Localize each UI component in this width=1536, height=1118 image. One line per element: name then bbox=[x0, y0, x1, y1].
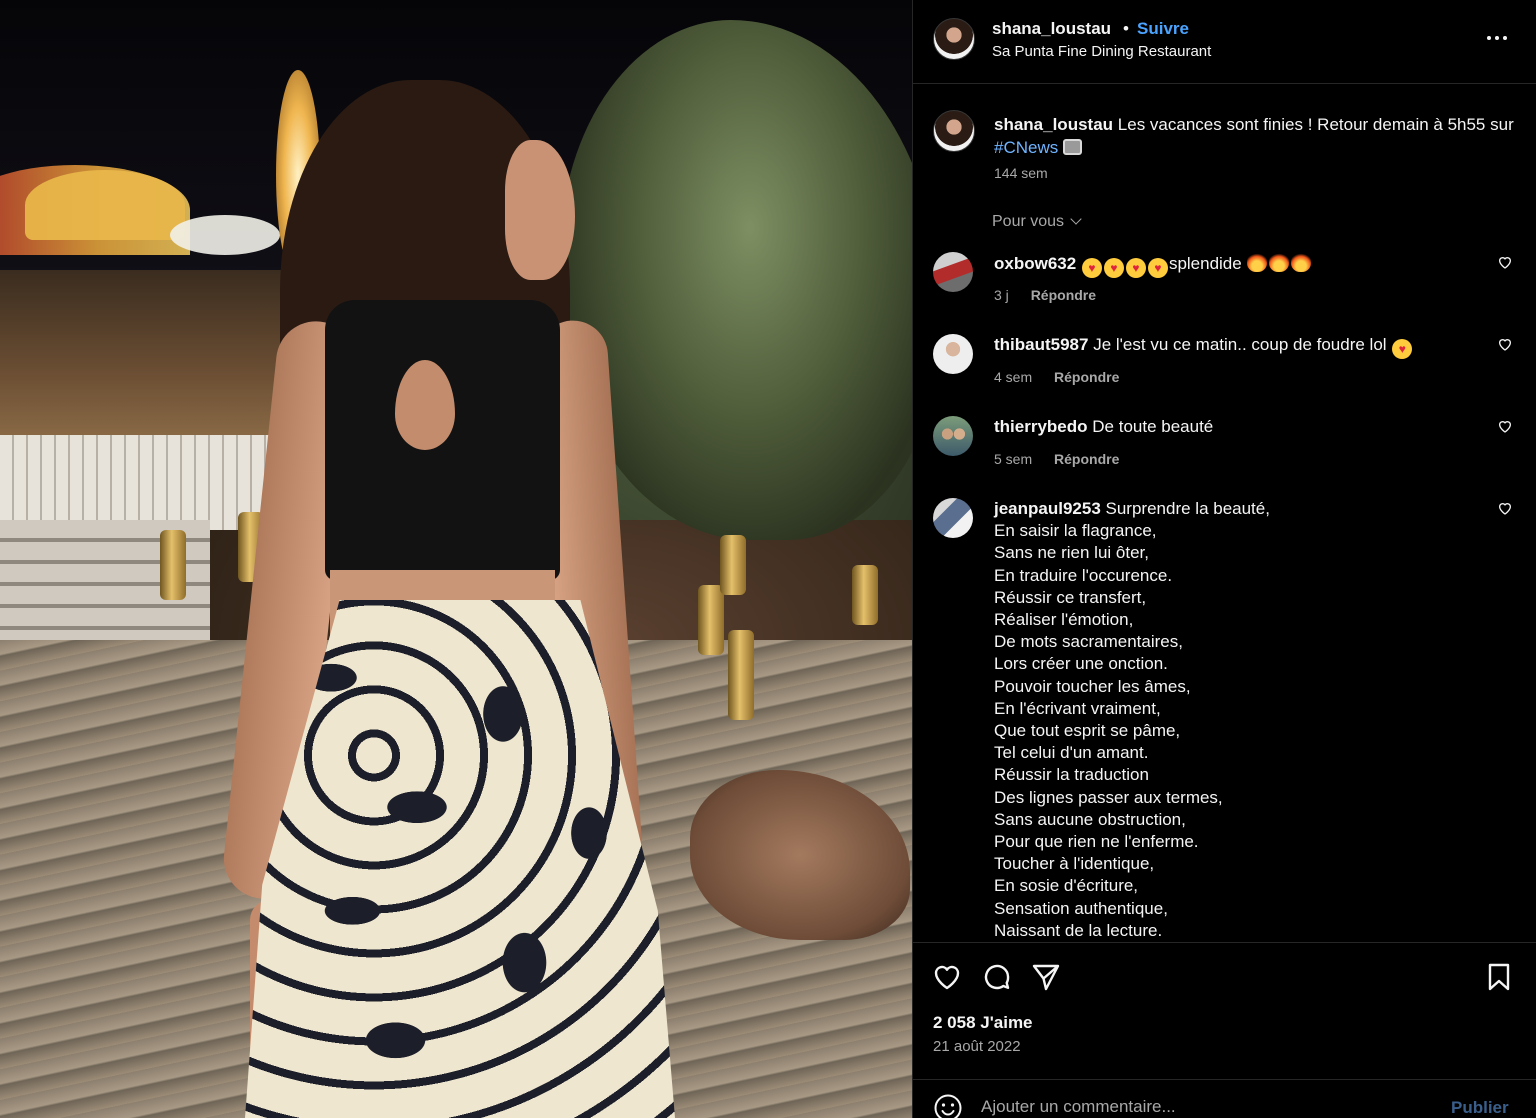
comment-body: thibaut5987 Je l'est vu ce matin.. coup … bbox=[994, 334, 1494, 359]
comment-text: De toute beauté bbox=[1092, 417, 1214, 436]
poem-line: Sans aucune obstruction, bbox=[994, 809, 1186, 829]
poem-line: Des lignes passer aux termes, bbox=[994, 787, 1223, 807]
caption-hashtag[interactable]: #CNews bbox=[994, 138, 1058, 157]
publish-button[interactable]: Publier bbox=[1451, 1098, 1509, 1118]
reply-button[interactable]: Répondre bbox=[1054, 451, 1119, 467]
photo-garden-light bbox=[728, 630, 754, 720]
caption-author-avatar[interactable] bbox=[933, 110, 975, 152]
caption-text: Les vacances sont finies ! Retour demain… bbox=[1117, 115, 1514, 134]
caption-time: 144 sem bbox=[994, 165, 1048, 181]
comment-username[interactable]: thierrybedo bbox=[994, 417, 1088, 436]
poem-line: Pour que rien ne l'enferme. bbox=[994, 832, 1199, 852]
instagram-post-view: shana_loustau • Suivre Sa Punta Fine Din… bbox=[0, 0, 1536, 1118]
comment-meta: 3 j Répondre bbox=[994, 287, 1096, 303]
poem-line: Que tout esprit se pâme, bbox=[994, 721, 1181, 741]
comment-username[interactable]: oxbow632 bbox=[994, 254, 1076, 273]
comment-body: jeanpaul9253 Surprendre la beauté, En sa… bbox=[994, 498, 1494, 942]
heart-outline-icon[interactable] bbox=[1497, 336, 1513, 352]
commenter-avatar[interactable] bbox=[933, 416, 973, 456]
poem-line: Lors créer une onction. bbox=[994, 654, 1168, 674]
caption-username[interactable]: shana_loustau bbox=[994, 115, 1113, 134]
post-side-panel: shana_loustau • Suivre Sa Punta Fine Din… bbox=[912, 0, 1536, 1118]
comment-meta: 5 sem Répondre bbox=[994, 451, 1119, 467]
photo-cloud-lamp bbox=[170, 215, 280, 255]
author-avatar[interactable] bbox=[933, 18, 975, 60]
fire-emoji bbox=[1247, 252, 1268, 272]
photo-garden-light bbox=[160, 530, 186, 600]
comment-body: thierrybedo De toute beauté bbox=[994, 416, 1494, 438]
post-date: 21 août 2022 bbox=[933, 1038, 1021, 1055]
comment-body: oxbow632 ♥ ♥ ♥ ♥ splendide bbox=[994, 252, 1494, 278]
add-comment-bar: Publier bbox=[913, 1079, 1536, 1118]
heart-eyes-emoji: ♥ bbox=[1125, 258, 1146, 278]
chevron-down-icon bbox=[1070, 213, 1082, 225]
heart-outline-icon[interactable] bbox=[1497, 254, 1513, 270]
commenter-avatar[interactable] bbox=[933, 252, 973, 292]
comment-text: Je l'est vu ce matin.. coup de foudre lo… bbox=[1093, 335, 1387, 354]
heart-outline-icon[interactable] bbox=[1497, 500, 1513, 516]
comment-meta: 4 sem Répondre bbox=[994, 369, 1119, 385]
poem-line: Réussir ce transfert, bbox=[994, 587, 1147, 607]
photo-umbrella bbox=[25, 170, 185, 240]
photo-garden-light bbox=[852, 565, 878, 625]
heart-outline-icon[interactable] bbox=[1497, 418, 1513, 434]
heart-eyes-emoji: ♥ bbox=[1392, 339, 1413, 359]
poem-line: Tel celui d'un amant. bbox=[994, 743, 1149, 763]
poem-line: Sans ne rien lui ôter, bbox=[994, 543, 1149, 563]
comment-text: splendide bbox=[1168, 254, 1242, 273]
sort-label: Pour vous bbox=[992, 213, 1065, 230]
author-username[interactable]: shana_loustau bbox=[992, 19, 1111, 39]
comments-section[interactable]: shana_loustau Les vacances sont finies !… bbox=[913, 85, 1536, 942]
fire-emoji bbox=[1291, 252, 1312, 272]
comment-username[interactable]: jeanpaul9253 bbox=[994, 499, 1101, 518]
comment-username[interactable]: thibaut5987 bbox=[994, 335, 1088, 354]
send-icon[interactable] bbox=[1030, 961, 1062, 993]
poem-line: Toucher à l'identique, bbox=[994, 854, 1155, 874]
poem-line: Réussir la traduction bbox=[994, 765, 1149, 785]
poem-line: Pouvoir toucher les âmes, bbox=[994, 676, 1191, 696]
poem-line: Sensation authentique, bbox=[994, 898, 1168, 918]
emoji-smiley-icon[interactable] bbox=[933, 1093, 963, 1118]
post-actions: 2 058 J'aime 21 août 2022 Publier bbox=[913, 942, 1536, 1118]
poem-line: En l'écrivant vraiment, bbox=[994, 698, 1161, 718]
comment-icon[interactable] bbox=[981, 961, 1013, 993]
comment-time: 3 j bbox=[994, 287, 1009, 303]
commenter-avatar[interactable] bbox=[933, 498, 973, 538]
photo-garden-light bbox=[720, 535, 746, 595]
poem-line: Réaliser l'émotion, bbox=[994, 610, 1134, 630]
post-header: shana_loustau • Suivre Sa Punta Fine Din… bbox=[913, 0, 1536, 84]
heart-eyes-emoji: ♥ bbox=[1081, 258, 1102, 278]
comment-time: 5 sem bbox=[994, 451, 1033, 467]
photo-garden-light bbox=[698, 585, 724, 655]
comments-sort-dropdown[interactable]: Pour vous bbox=[992, 213, 1082, 231]
reply-button[interactable]: Répondre bbox=[1054, 369, 1119, 385]
commenter-avatar[interactable] bbox=[933, 334, 973, 374]
poem-line: Naissant de la lecture. bbox=[994, 920, 1163, 940]
poem-line: Surprendre la beauté, bbox=[1105, 499, 1270, 518]
poem-line: De mots sacramentaires, bbox=[994, 632, 1183, 652]
comment-input[interactable] bbox=[981, 1092, 1431, 1118]
television-emoji bbox=[1062, 139, 1082, 155]
post-photo[interactable] bbox=[0, 0, 912, 1118]
comment-time: 4 sem bbox=[994, 369, 1033, 385]
header-separator: • bbox=[1123, 19, 1129, 38]
heart-eyes-emoji: ♥ bbox=[1103, 258, 1124, 278]
more-horizontal-icon[interactable] bbox=[1483, 26, 1511, 50]
poem-line: En sosie d'écriture, bbox=[994, 876, 1139, 896]
heart-icon[interactable] bbox=[931, 961, 963, 993]
post-location[interactable]: Sa Punta Fine Dining Restaurant bbox=[992, 43, 1211, 60]
poem-line: En traduire l'occurence. bbox=[994, 565, 1173, 585]
post-caption: shana_loustau Les vacances sont finies !… bbox=[994, 113, 1524, 159]
follow-button[interactable]: Suivre bbox=[1137, 19, 1189, 39]
bookmark-icon[interactable] bbox=[1483, 961, 1515, 993]
heart-eyes-emoji: ♥ bbox=[1147, 258, 1168, 278]
fire-emoji bbox=[1269, 252, 1290, 272]
likes-count[interactable]: 2 058 J'aime bbox=[933, 1013, 1033, 1033]
reply-button[interactable]: Répondre bbox=[1031, 287, 1096, 303]
poem-line: En saisir la flagrance, bbox=[994, 521, 1157, 541]
